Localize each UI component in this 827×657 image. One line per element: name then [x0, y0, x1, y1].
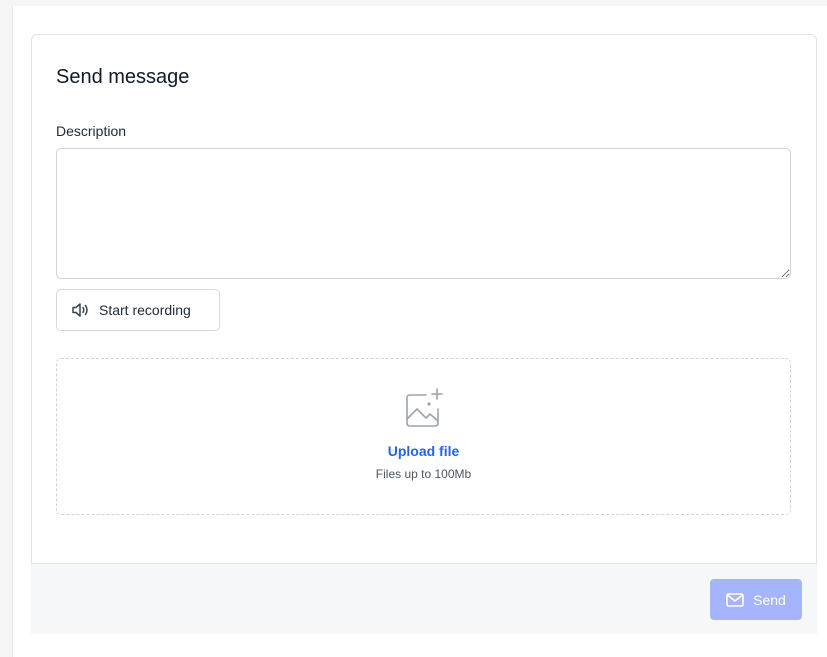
page: Send message Description Start recording — [12, 6, 827, 657]
start-recording-button[interactable]: Start recording — [56, 289, 220, 331]
image-add-icon — [404, 387, 444, 429]
envelope-icon — [726, 592, 744, 607]
description-textarea[interactable] — [56, 148, 791, 279]
start-recording-label: Start recording — [99, 302, 191, 318]
upload-hint: Files up to 100Mb — [375, 467, 472, 481]
card-title: Send message — [56, 66, 190, 88]
send-message-card: Send message Description Start recording — [31, 34, 817, 564]
speaker-icon — [71, 301, 91, 319]
send-label: Send — [753, 591, 786, 608]
description-label: Description — [56, 123, 127, 139]
send-button[interactable]: Send — [710, 579, 802, 620]
card-footer: Send — [31, 564, 817, 634]
upload-file-link[interactable]: Upload file — [388, 443, 460, 459]
file-dropzone[interactable]: Upload file Files up to 100Mb — [56, 358, 791, 515]
